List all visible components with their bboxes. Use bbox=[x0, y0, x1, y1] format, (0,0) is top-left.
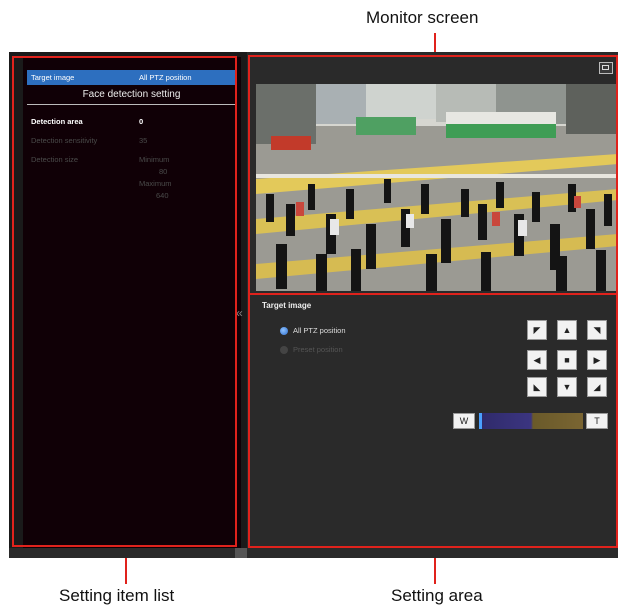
target-image-heading: Target image bbox=[262, 301, 312, 310]
ptz-up-right-button[interactable]: ◥ bbox=[587, 320, 607, 340]
ptz-home-button[interactable]: ■ bbox=[557, 350, 577, 370]
arrow-right-icon: ▶ bbox=[593, 355, 601, 365]
arrow-up-left-icon: ◤ bbox=[533, 325, 541, 335]
arrow-left-icon: ◀ bbox=[533, 355, 541, 365]
street-crossing-image bbox=[256, 84, 618, 291]
target-image-value: All PTZ position bbox=[139, 73, 192, 82]
arrow-down-icon: ▼ bbox=[562, 382, 572, 392]
collapse-panel-icon[interactable]: « bbox=[236, 306, 243, 320]
radio-unselected-icon[interactable] bbox=[280, 346, 288, 355]
preset-position-radio[interactable]: Preset position bbox=[280, 345, 343, 355]
ptz-down-button[interactable]: ▼ bbox=[557, 377, 577, 397]
section-divider bbox=[27, 104, 236, 105]
detection-size-minimum-value[interactable]: 80 bbox=[159, 167, 167, 176]
arrow-down-right-icon: ◢ bbox=[593, 382, 601, 392]
all-ptz-position-radio[interactable]: All PTZ position bbox=[280, 326, 346, 336]
radio-selected-icon[interactable] bbox=[280, 327, 288, 336]
detection-size-minimum-label: Minimum bbox=[139, 155, 170, 164]
detection-area-value[interactable]: 0 bbox=[139, 117, 143, 126]
detection-size-maximum-label: Maximum bbox=[139, 179, 172, 188]
monitor-screen-callout: Monitor screen bbox=[366, 8, 479, 27]
camera-video-feed bbox=[256, 84, 618, 291]
ptz-down-left-button[interactable]: ◣ bbox=[527, 377, 547, 397]
fullscreen-icon[interactable] bbox=[599, 62, 613, 74]
setting-item-list-panel: Target image All PTZ position Face detec… bbox=[9, 52, 247, 558]
detection-sensitivity-label[interactable]: Detection sensitivity bbox=[31, 136, 97, 145]
arrow-up-icon: ▲ bbox=[562, 325, 572, 335]
setting-item-list: Target image All PTZ position Face detec… bbox=[23, 57, 241, 557]
ptz-right-button[interactable]: ▶ bbox=[587, 350, 607, 370]
list-scrollbar[interactable] bbox=[235, 548, 247, 558]
detection-size-label[interactable]: Detection size bbox=[31, 155, 78, 164]
list-bottom-bar bbox=[9, 548, 247, 558]
arrow-down-left-icon: ◣ bbox=[533, 382, 541, 392]
ptz-down-right-button[interactable]: ◢ bbox=[587, 377, 607, 397]
arrow-up-right-icon: ◥ bbox=[593, 325, 601, 335]
detection-size-maximum-value[interactable]: 640 bbox=[156, 191, 169, 200]
zoom-wide-button[interactable]: W bbox=[453, 413, 475, 429]
ptz-up-left-button[interactable]: ◤ bbox=[527, 320, 547, 340]
zoom-slider[interactable] bbox=[479, 413, 583, 429]
zoom-tele-button[interactable]: T bbox=[586, 413, 608, 429]
preset-position-label: Preset position bbox=[293, 345, 343, 354]
setting-item-list-callout: Setting item list bbox=[59, 586, 175, 605]
target-image-label: Target image bbox=[31, 73, 75, 82]
home-dot-icon: ■ bbox=[564, 355, 570, 365]
face-detection-setting-heading: Face detection setting bbox=[82, 89, 181, 100]
zoom-slider-handle[interactable] bbox=[479, 413, 482, 429]
all-ptz-position-label: All PTZ position bbox=[293, 326, 346, 335]
setting-area-callout: Setting area bbox=[391, 586, 483, 605]
target-image-row[interactable]: Target image All PTZ position bbox=[27, 70, 236, 85]
detection-area-label[interactable]: Detection area bbox=[31, 117, 83, 126]
ptz-up-button[interactable]: ▲ bbox=[557, 320, 577, 340]
ptz-left-button[interactable]: ◀ bbox=[527, 350, 547, 370]
detection-sensitivity-value[interactable]: 35 bbox=[139, 136, 147, 145]
